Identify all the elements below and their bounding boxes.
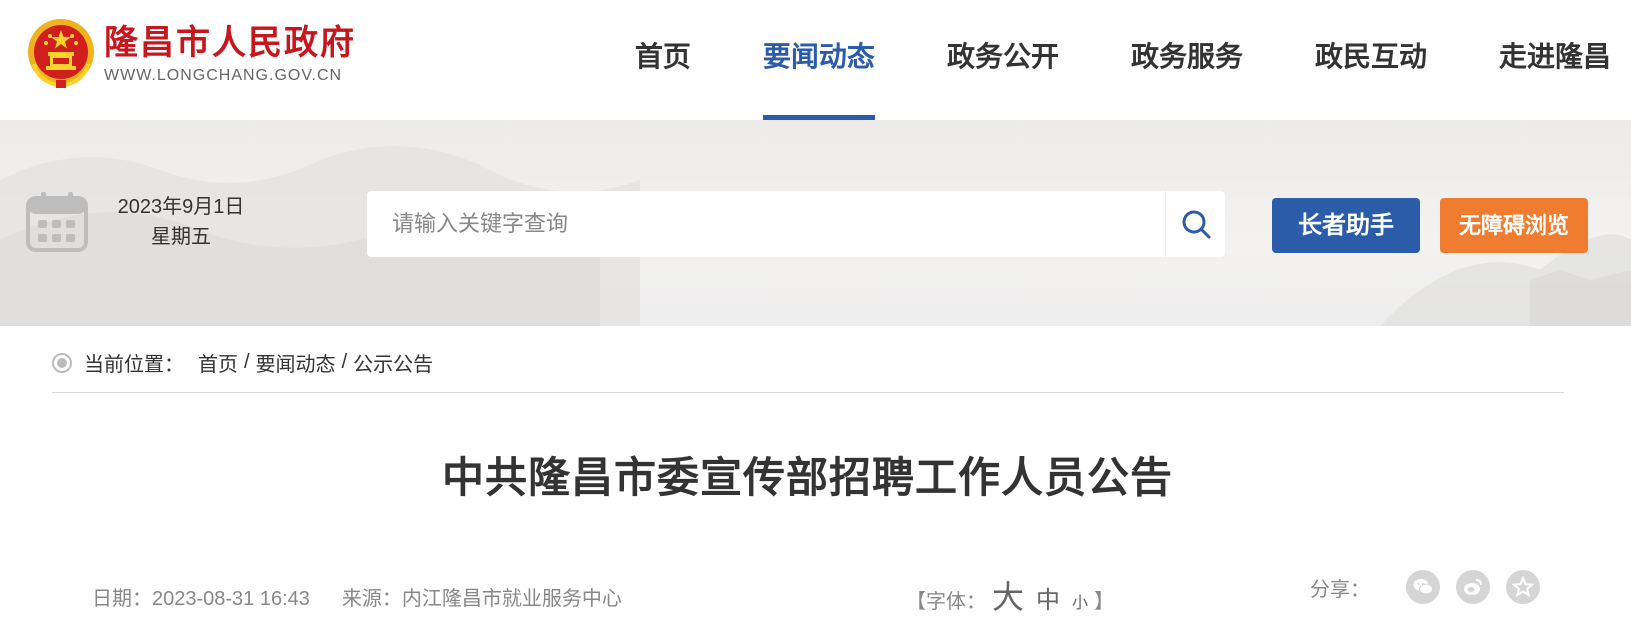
nav-item-services[interactable]: 政务服务 [1131, 0, 1243, 120]
nav-item-government-affairs[interactable]: 政务公开 [947, 0, 1059, 120]
wechat-icon[interactable] [1406, 570, 1440, 604]
breadcrumb-announcements[interactable]: 公示公告 [353, 348, 433, 377]
search-input[interactable] [367, 191, 1165, 257]
accessibility-button[interactable]: 无障碍浏览 [1440, 198, 1588, 253]
font-size-medium-button[interactable]: 中 [1036, 580, 1060, 615]
calendar-icon [26, 192, 88, 252]
site-logo[interactable]: 隆昌市人民政府 WWW.LONGCHANG.GOV.CN [26, 16, 356, 90]
current-date: 2023年9月1日 [117, 196, 245, 218]
weibo-icon[interactable] [1456, 570, 1490, 604]
breadcrumb-label: 当前位置： [84, 354, 184, 376]
font-size-control: 【字体： 大 中 小 】 [906, 572, 1114, 618]
nav-item-about[interactable]: 走进隆昌 [1499, 0, 1611, 120]
font-size-label: 【字体： [906, 591, 986, 613]
search-button[interactable] [1165, 191, 1225, 257]
font-size-large-button[interactable]: 大 [992, 572, 1024, 618]
search-icon [1182, 210, 1210, 239]
breadcrumb-news[interactable]: 要闻动态 [256, 348, 336, 377]
current-weekday: 星期五 [151, 226, 211, 248]
site-url: WWW.LONGCHANG.GOV.CN [104, 67, 343, 84]
breadcrumb-divider [52, 392, 1564, 393]
breadcrumb: 当前位置： 首页 / 要闻动态 / 公示公告 [52, 348, 433, 377]
breadcrumb-separator: / [244, 351, 250, 373]
article-title: 中共隆昌市委宣传部招聘工作人员公告 [441, 454, 1173, 501]
article-source: 来源：内江隆昌市就业服务中心 [341, 588, 622, 610]
font-size-end: 】 [1094, 591, 1115, 613]
nav-item-home[interactable]: 首页 [635, 0, 691, 120]
main-nav: 首页 要闻动态 政务公开 政务服务 政民互动 走进隆昌 [563, 0, 1611, 120]
site-header: 隆昌市人民政府 WWW.LONGCHANG.GOV.CN 首页 要闻动态 政务公… [0, 0, 1631, 120]
site-title: 隆昌市人民政府 [104, 24, 356, 62]
date-display: 2023年9月1日 星期五 [100, 192, 262, 252]
location-icon [52, 352, 72, 373]
font-size-small-button[interactable]: 小 [1072, 589, 1088, 613]
search-bar [367, 191, 1225, 257]
article-meta: 日期：2023-08-31 16:43 来源：内江隆昌市就业服务中心 [92, 582, 622, 611]
breadcrumb-separator: / [341, 351, 348, 373]
nav-item-interaction[interactable]: 政民互动 [1315, 0, 1427, 120]
breadcrumb-home[interactable]: 首页 [198, 348, 238, 377]
banner: 2023年9月1日 星期五 长者助手 无障碍浏览 [0, 120, 1631, 326]
national-emblem-icon [28, 19, 94, 89]
elder-assistant-button[interactable]: 长者助手 [1272, 198, 1420, 253]
article-date: 日期：2023-08-31 16:43 [92, 588, 310, 610]
nav-item-news[interactable]: 要闻动态 [762, 0, 875, 120]
share-label: 分享： [1310, 578, 1370, 601]
favorite-icon[interactable] [1506, 570, 1540, 604]
article-container: 当前位置： 首页 / 要闻动态 / 公示公告 中共隆昌市委宣传部招聘工作人员公告… [26, 326, 1589, 620]
share-bar: 分享： [1310, 570, 1556, 604]
